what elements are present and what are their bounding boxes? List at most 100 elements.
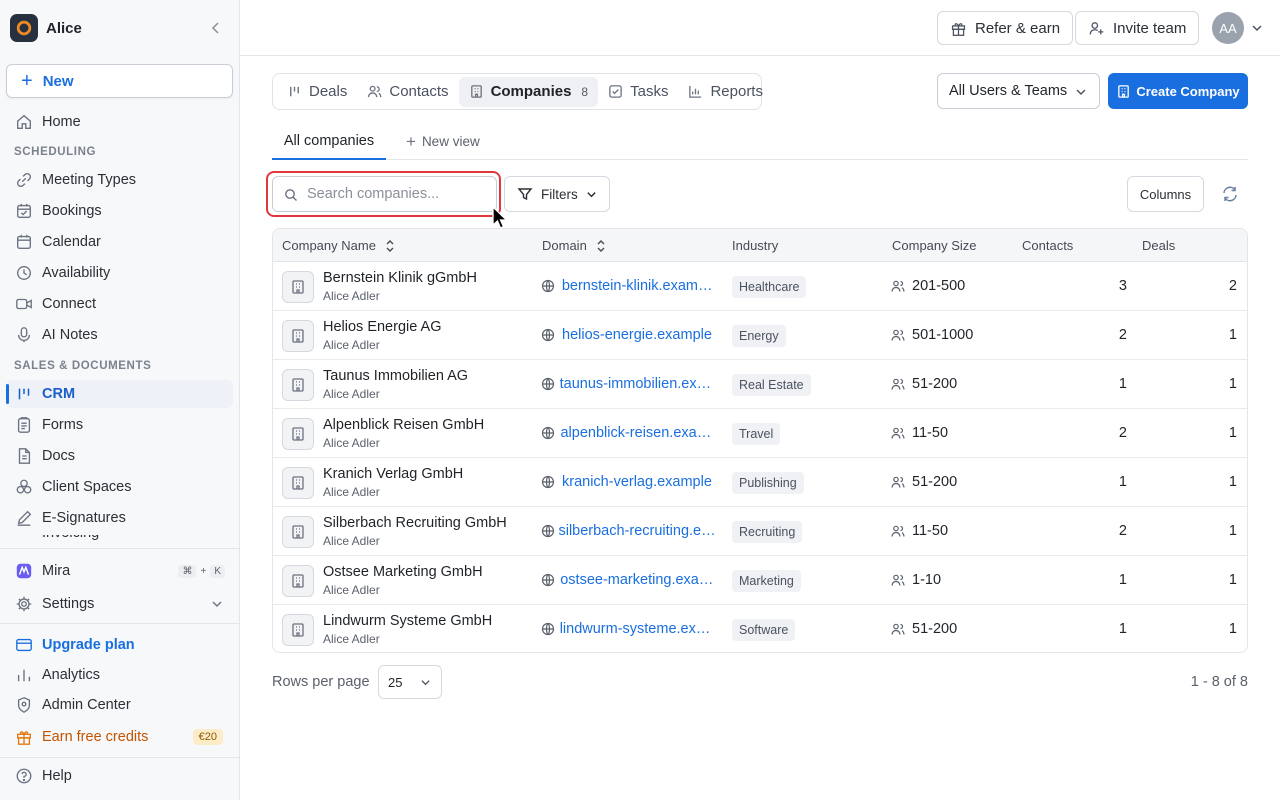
sidebar-item-calendar[interactable]: Calendar <box>6 228 233 256</box>
contacts-count: 3 <box>1118 278 1127 294</box>
domain-link[interactable]: helios-energie.example <box>541 327 716 343</box>
column-header-industry[interactable]: Industry <box>732 229 778 262</box>
sidebar-item-label: CRM <box>42 386 76 402</box>
sidebar-item-help[interactable]: Help <box>6 762 233 790</box>
company-name[interactable]: Lindwurm Systeme GmbH <box>323 613 492 629</box>
sidebar-item-bookings[interactable]: Bookings <box>6 197 233 225</box>
company-owner: Alice Adler <box>323 338 380 352</box>
tab-label: Contacts <box>389 83 449 100</box>
sidebar-item-upgrade[interactable]: Upgrade plan <box>6 631 233 659</box>
company-name[interactable]: Ostsee Marketing GmbH <box>323 564 483 580</box>
avatar[interactable]: AA <box>1212 12 1244 44</box>
table-row[interactable]: Kranich Verlag GmbH Alice Adler kranich-ve… <box>273 458 1247 507</box>
new-view-button[interactable]: + New view <box>406 124 480 159</box>
tab-reports[interactable]: Reports <box>678 77 773 107</box>
sidebar-item-label: Invoicing <box>42 535 99 547</box>
rows-per-page-label: Rows per page <box>272 674 370 690</box>
sidebar-item-earn-credits[interactable]: Earn free credits €20 <box>6 723 233 751</box>
column-header-domain[interactable]: Domain <box>542 229 607 262</box>
deals-count: 1 <box>1228 327 1237 343</box>
sidebar-item-admin-center[interactable]: Admin Center <box>6 691 233 719</box>
company-name[interactable]: Helios Energie AG <box>323 319 441 335</box>
domain-link[interactable]: ostsee-marketing.example <box>541 572 716 588</box>
company-name[interactable]: Taunus Immobilien AG <box>323 368 468 384</box>
tab-contacts[interactable]: Contacts <box>357 77 458 107</box>
column-header-deals[interactable]: Deals <box>1142 229 1175 262</box>
create-company-button[interactable]: Create Company <box>1108 73 1248 109</box>
table-row[interactable]: Alpenblick Reisen GmbH Alice Adler alpenbl… <box>273 409 1247 458</box>
sidebar-item-client-spaces[interactable]: Client Spaces <box>6 473 233 501</box>
company-size: 51-200 <box>891 376 957 392</box>
column-header-contacts[interactable]: Contacts <box>1022 229 1073 262</box>
new-button[interactable]: + New <box>6 64 233 98</box>
invite-team-button[interactable]: Invite team <box>1075 11 1200 45</box>
sidebar-item-meeting-types[interactable]: Meeting Types <box>6 166 233 194</box>
globe-icon <box>541 524 558 538</box>
sidebar-item-connect[interactable]: Connect <box>6 290 233 318</box>
table-row[interactable]: Lindwurm Systeme GmbH Alice Adler lindwurm… <box>273 605 1247 652</box>
company-name[interactable]: Silberbach Recruiting GmbH <box>323 515 507 531</box>
sidebar-item-e-signatures[interactable]: E-Signatures <box>6 504 233 532</box>
shortcut-hint: ⌘ + K <box>178 564 225 578</box>
domain-link[interactable]: taunus-immobilien.example <box>541 376 716 392</box>
workspace-switcher[interactable]: Alice <box>10 14 230 42</box>
size-value: 51-200 <box>912 376 958 392</box>
tab-count: 8 <box>581 84 589 99</box>
columns-button[interactable]: Columns <box>1127 176 1204 212</box>
tab-companies[interactable]: Companies 8 <box>458 76 599 107</box>
sidebar-item-docs[interactable]: Docs <box>6 442 233 470</box>
users-icon <box>891 475 912 489</box>
size-value: 11-50 <box>912 523 949 539</box>
users-teams-select[interactable]: All Users & Teams <box>937 73 1100 109</box>
refresh-icon[interactable] <box>1220 184 1240 204</box>
sidebar-item-settings[interactable]: Settings <box>6 590 233 618</box>
sidebar-item-ai-notes[interactable]: AI Notes <box>6 321 233 349</box>
company-name[interactable]: Kranich Verlag GmbH <box>323 466 463 482</box>
globe-icon <box>541 279 562 293</box>
table-row[interactable]: Helios Energie AG Alice Adler helios-energ… <box>273 311 1247 360</box>
domain-link[interactable]: alpenblick-reisen.example <box>541 425 716 441</box>
table-row[interactable]: Ostsee Marketing GmbH Alice Adler ostsee-m… <box>273 556 1247 605</box>
company-name[interactable]: Alpenblick Reisen GmbH <box>323 417 484 433</box>
domain-link[interactable]: silberbach-recruiting.example <box>541 523 716 539</box>
industry-tag: Real Estate <box>732 374 811 396</box>
plus-icon: + <box>21 70 33 92</box>
company-size: 11-50 <box>891 425 948 441</box>
clipboard-icon <box>14 415 34 435</box>
domain-link[interactable]: kranich-verlag.example <box>541 474 716 490</box>
table-row[interactable]: Taunus Immobilien AG Alice Adler taunus-im… <box>273 360 1247 409</box>
filters-button[interactable]: Filters <box>504 176 610 212</box>
domain-link[interactable]: lindwurm-systeme.example <box>541 621 716 637</box>
tab-label: Deals <box>309 83 348 100</box>
table-row[interactable]: Silberbach Recruiting GmbH Alice Adler sil… <box>273 507 1247 556</box>
domain-link[interactable]: bernstein-klinik.example <box>541 278 716 294</box>
sidebar-item-availability[interactable]: Availability <box>6 259 233 287</box>
collapse-sidebar-icon[interactable] <box>208 20 224 36</box>
video-icon <box>14 294 34 314</box>
column-header-size[interactable]: Company Size <box>892 229 977 262</box>
sidebar-item-invoicing[interactable]: Invoicing <box>6 535 233 547</box>
table-row[interactable]: Bernstein Klinik gGmbH Alice Adler bernste… <box>273 262 1247 311</box>
company-owner: Alice Adler <box>323 583 380 597</box>
industry-tag: Energy <box>732 325 786 347</box>
company-name[interactable]: Bernstein Klinik gGmbH <box>323 270 477 286</box>
sidebar-item-crm[interactable]: CRM <box>6 380 233 408</box>
refer-earn-button[interactable]: Refer & earn <box>937 11 1074 45</box>
building-icon <box>470 85 482 98</box>
sidebar-item-analytics[interactable]: Analytics <box>6 661 233 689</box>
tab-deals[interactable]: Deals <box>277 77 357 107</box>
chevron-down-icon[interactable] <box>1250 21 1264 35</box>
sidebar-item-mira[interactable]: Mira ⌘ + K <box>6 557 233 585</box>
tab-tasks[interactable]: Tasks <box>598 77 678 107</box>
sidebar-item-forms[interactable]: Forms <box>6 411 233 439</box>
users-teams-value: All Users & Teams <box>949 83 1068 99</box>
company-owner: Alice Adler <box>323 436 380 450</box>
contacts-count: 1 <box>1118 376 1127 392</box>
building-icon <box>282 369 314 401</box>
column-header-name[interactable]: Company Name <box>282 229 396 262</box>
view-tab-all-companies[interactable]: All companies <box>272 124 386 160</box>
rows-per-page-select[interactable]: 25 <box>378 665 442 699</box>
active-indicator <box>6 384 9 404</box>
sidebar-item-home[interactable]: Home <box>6 108 233 136</box>
mouse-cursor-icon <box>492 206 509 229</box>
